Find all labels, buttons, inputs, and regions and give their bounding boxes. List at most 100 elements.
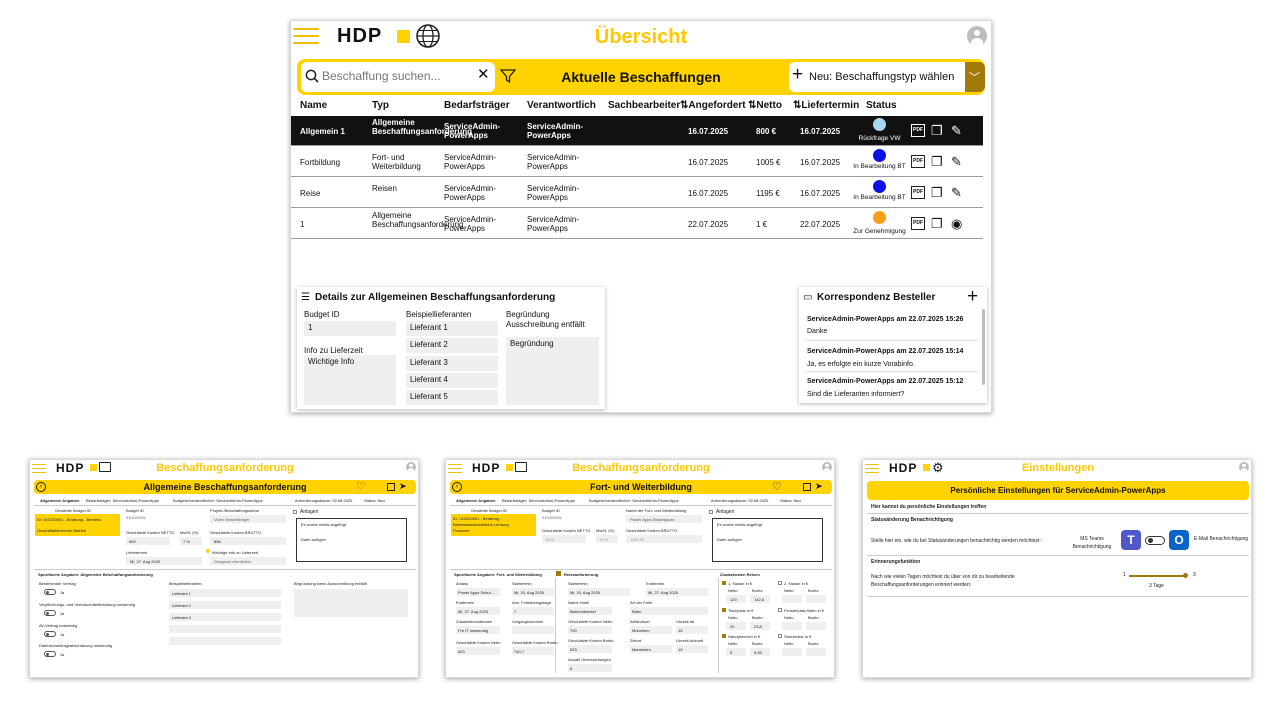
col-angefordert[interactable]: ⇅Angefordert — [680, 100, 746, 111]
edit-icon[interactable]: ✎ — [951, 155, 962, 168]
avatar[interactable] — [967, 26, 987, 46]
r-start-label: Starttermin — [568, 581, 588, 586]
avatar[interactable] — [406, 462, 416, 472]
hamburger-menu[interactable] — [293, 28, 319, 44]
copy-icon[interactable]: ❐ — [931, 155, 943, 168]
hdp-logo: HDP — [56, 461, 85, 475]
back-icon[interactable]: ‹ — [452, 482, 462, 492]
attach-button[interactable]: Datei anfügen — [717, 537, 742, 542]
slider-thumb[interactable] — [1183, 573, 1188, 578]
scrollbar[interactable] — [982, 309, 985, 385]
hd-netto-input[interactable] — [726, 648, 746, 656]
new-request-dropdown[interactable]: ﹀ — [965, 62, 985, 92]
col-typ[interactable]: Typ — [372, 100, 389, 111]
toggle-label: Ja — [60, 590, 65, 595]
hd-checkbox[interactable] — [722, 634, 726, 638]
sec1-question: Stelle hier ein, wie du bei Statusänderu… — [871, 538, 1041, 544]
attach-button[interactable]: Datei anfügen — [301, 537, 326, 542]
gkb-value: 740,7 — [514, 649, 525, 654]
table-row[interactable]: Fortbildung Fort- und Weiterbildung Servic… — [291, 147, 983, 177]
col-sachbearbeiter[interactable]: Sachbearbeiter — [608, 100, 680, 111]
st-netto-input[interactable] — [782, 648, 802, 656]
col-verant[interactable]: Verantwortlich — [527, 100, 596, 111]
pdf-icon[interactable]: PDF — [911, 124, 925, 137]
lieferant-input[interactable] — [169, 637, 281, 645]
sec2-question: Nach wie vielen Tagen möchtest du über v… — [871, 574, 1015, 588]
fp-checkbox[interactable] — [778, 608, 782, 612]
info-checkbox[interactable] — [206, 549, 210, 553]
status-dot — [873, 118, 886, 131]
save-icon[interactable] — [387, 483, 395, 491]
edit-icon[interactable]: ✎ — [951, 124, 962, 137]
k2-netto-input[interactable] — [782, 595, 802, 603]
avatar[interactable] — [822, 462, 832, 472]
send-icon[interactable]: ➤ — [815, 481, 823, 492]
col-status[interactable]: Status — [866, 100, 897, 111]
reise-checkbox[interactable] — [556, 571, 561, 576]
inbox-icon[interactable] — [99, 462, 111, 472]
tp-checkbox[interactable] — [722, 608, 726, 612]
copy-icon[interactable]: ❐ — [931, 124, 943, 137]
vorgang-input[interactable] — [512, 626, 554, 634]
heart-icon[interactable]: ♡ — [772, 480, 782, 493]
fp-netto-input[interactable] — [782, 622, 802, 630]
hamburger-menu[interactable] — [865, 464, 879, 473]
hamburger-menu[interactable] — [32, 464, 46, 473]
k1-label: 1. Klasse in € — [728, 581, 753, 586]
k1-brutto-label: Brutto — [752, 588, 763, 593]
save-icon[interactable] — [803, 483, 811, 491]
k2-checkbox[interactable] — [778, 581, 782, 585]
add-message-icon[interactable]: + — [967, 287, 978, 307]
projekt-value: Video Bedarfsträger — [214, 517, 250, 522]
anz-input[interactable] — [512, 607, 554, 615]
k2-brutto-label: Brutto — [808, 588, 819, 593]
send-icon[interactable]: ➤ — [399, 481, 407, 492]
heart-icon[interactable]: ♡ — [356, 480, 366, 493]
toggle-switch[interactable] — [44, 589, 56, 595]
clear-search-icon[interactable]: ✕ — [477, 67, 490, 82]
toggle-switch[interactable] — [44, 651, 56, 657]
budgetid-label: Budget ID — [126, 508, 144, 513]
table-row[interactable]: Allgemein 1 Allgemeine Beschaffungsanford… — [291, 116, 983, 146]
begr-input[interactable] — [294, 589, 408, 617]
notification-toggle[interactable] — [1145, 536, 1165, 545]
avatar[interactable] — [1239, 462, 1249, 472]
k1-checkbox[interactable] — [722, 581, 726, 585]
slider-value: 3 Tage — [1149, 583, 1164, 589]
lieferant-input[interactable] — [169, 625, 281, 633]
pdf-icon[interactable]: PDF — [911, 155, 925, 168]
inbox-icon[interactable] — [515, 462, 527, 472]
hamburger-menu[interactable] — [448, 464, 462, 473]
st-checkbox[interactable] — [778, 634, 782, 638]
col-netto[interactable]: ⇅Netto — [748, 100, 782, 111]
toggle-switch[interactable] — [44, 610, 56, 616]
table-row[interactable]: 1 Allgemeine Beschaffungsanforderung Servi… — [291, 209, 983, 239]
col-name[interactable]: Name — [300, 100, 327, 111]
art-select[interactable] — [630, 607, 708, 615]
anz-label: Anz. Fortbildungstage — [512, 600, 551, 605]
globe-icon[interactable] — [415, 23, 441, 49]
filter-icon[interactable] — [500, 69, 516, 83]
tab-general[interactable]: Allgemeine Angaben — [456, 498, 495, 503]
name-label: Name der Fort- und Weiterbildung — [626, 508, 687, 513]
gear-icon[interactable]: ⚙ — [932, 460, 944, 476]
pdf-icon[interactable]: PDF — [911, 217, 925, 230]
view-icon[interactable]: ◉ — [951, 217, 962, 230]
ueb-input[interactable] — [568, 664, 612, 672]
tab-general[interactable]: Allgemeine Angaben — [40, 498, 79, 503]
edit-icon[interactable]: ✎ — [951, 186, 962, 199]
col-liefertermin[interactable]: ⇅Liefertermin — [793, 100, 859, 111]
toggle-switch[interactable] — [44, 631, 56, 637]
col-bedarf[interactable]: Bedarfsträger — [444, 100, 510, 111]
status-label: Rückfrage VW — [858, 135, 901, 142]
search-input[interactable] — [322, 68, 472, 84]
copy-icon[interactable]: ❐ — [931, 217, 943, 230]
table-row[interactable]: Reise Reisen ServiceAdmin-PowerApps Service… — [291, 178, 983, 208]
anlagen-label: Anlagen — [300, 509, 319, 515]
tp-netto-input[interactable] — [726, 622, 746, 630]
cell-verant: ServiceAdmin-PowerApps — [527, 215, 580, 233]
pdf-icon[interactable]: PDF — [911, 186, 925, 199]
back-icon[interactable]: ‹ — [36, 482, 46, 492]
tab-bedarf: Bedarfsträger: ServiceAdmin-PowerApps — [502, 498, 575, 503]
copy-icon[interactable]: ❐ — [931, 186, 943, 199]
